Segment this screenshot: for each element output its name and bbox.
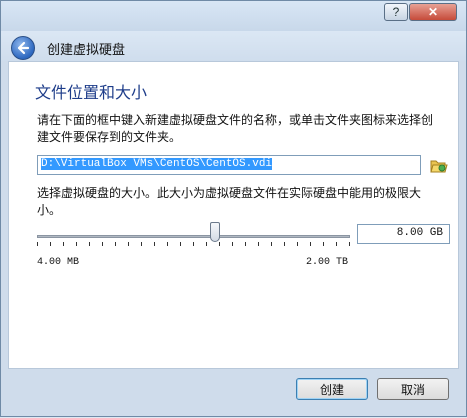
title-bar: ? ✕ (1, 1, 466, 31)
wizard-title: 创建虚拟硬盘 (47, 43, 126, 58)
slider-tick (63, 242, 64, 246)
slider-tick (323, 242, 324, 246)
file-path-input[interactable]: D:\VirtualBox VMs\CentOS\CentOS.vdi (37, 155, 421, 175)
cancel-button[interactable]: 取消 (377, 378, 449, 400)
slider-tick (193, 242, 194, 246)
slider-track (37, 235, 350, 238)
slider-tick (128, 242, 129, 246)
wizard-page: 文件位置和大小 请在下面的框中键入新建虚拟硬盘文件的名称，或单击文件夹图标来选择… (8, 61, 459, 369)
size-value-input[interactable]: 8.00 GB (357, 224, 450, 244)
slider-tick (271, 242, 272, 246)
slider-tick (310, 242, 311, 246)
slider-min-label: 4.00 MB (37, 257, 80, 268)
back-arrow-icon[interactable] (11, 36, 35, 60)
slider-ticks (37, 242, 350, 248)
slider-tick (141, 242, 142, 246)
slider-tick (349, 242, 350, 246)
size-slider[interactable] (37, 222, 352, 262)
slider-tick (76, 242, 77, 246)
slider-tick (219, 242, 220, 246)
slider-tick (50, 242, 51, 246)
wizard-header: 创建虚拟硬盘 (1, 31, 466, 61)
button-bar: 创建 取消 (1, 369, 466, 418)
slider-max-label: 2.00 TB (306, 257, 349, 268)
slider-tick (206, 242, 207, 246)
slider-thumb[interactable] (210, 222, 220, 242)
slider-tick (115, 242, 116, 246)
location-description: 请在下面的框中键入新建虚拟硬盘文件的名称，或单击文件夹图标来选择创建文件要保存到… (37, 113, 434, 144)
create-button[interactable]: 创建 (296, 378, 368, 400)
slider-tick (180, 242, 181, 246)
slider-tick (102, 242, 103, 246)
slider-tick (245, 242, 246, 246)
help-button[interactable]: ? (384, 3, 408, 21)
slider-tick (336, 242, 337, 246)
slider-tick (284, 242, 285, 246)
size-description: 选择虚拟硬盘的大小。此大小为虚拟硬盘文件在实际硬盘中能用的极限大小。 (37, 186, 422, 217)
file-path-text: D:\VirtualBox VMs\CentOS\CentOS.vdi (41, 158, 273, 170)
close-button[interactable]: ✕ (409, 3, 457, 21)
slider-tick (89, 242, 90, 246)
folder-open-icon[interactable] (428, 155, 450, 177)
slider-tick (258, 242, 259, 246)
slider-tick (37, 242, 38, 246)
dialog-window: ? ✕ 创建虚拟硬盘 文件位置和大小 请在下面的框中键入新建虚拟硬盘文件的名称，… (0, 0, 467, 417)
slider-tick (297, 242, 298, 246)
slider-tick (167, 242, 168, 246)
page-title: 文件位置和大小 (35, 83, 148, 102)
slider-tick (154, 242, 155, 246)
slider-tick (232, 242, 233, 246)
